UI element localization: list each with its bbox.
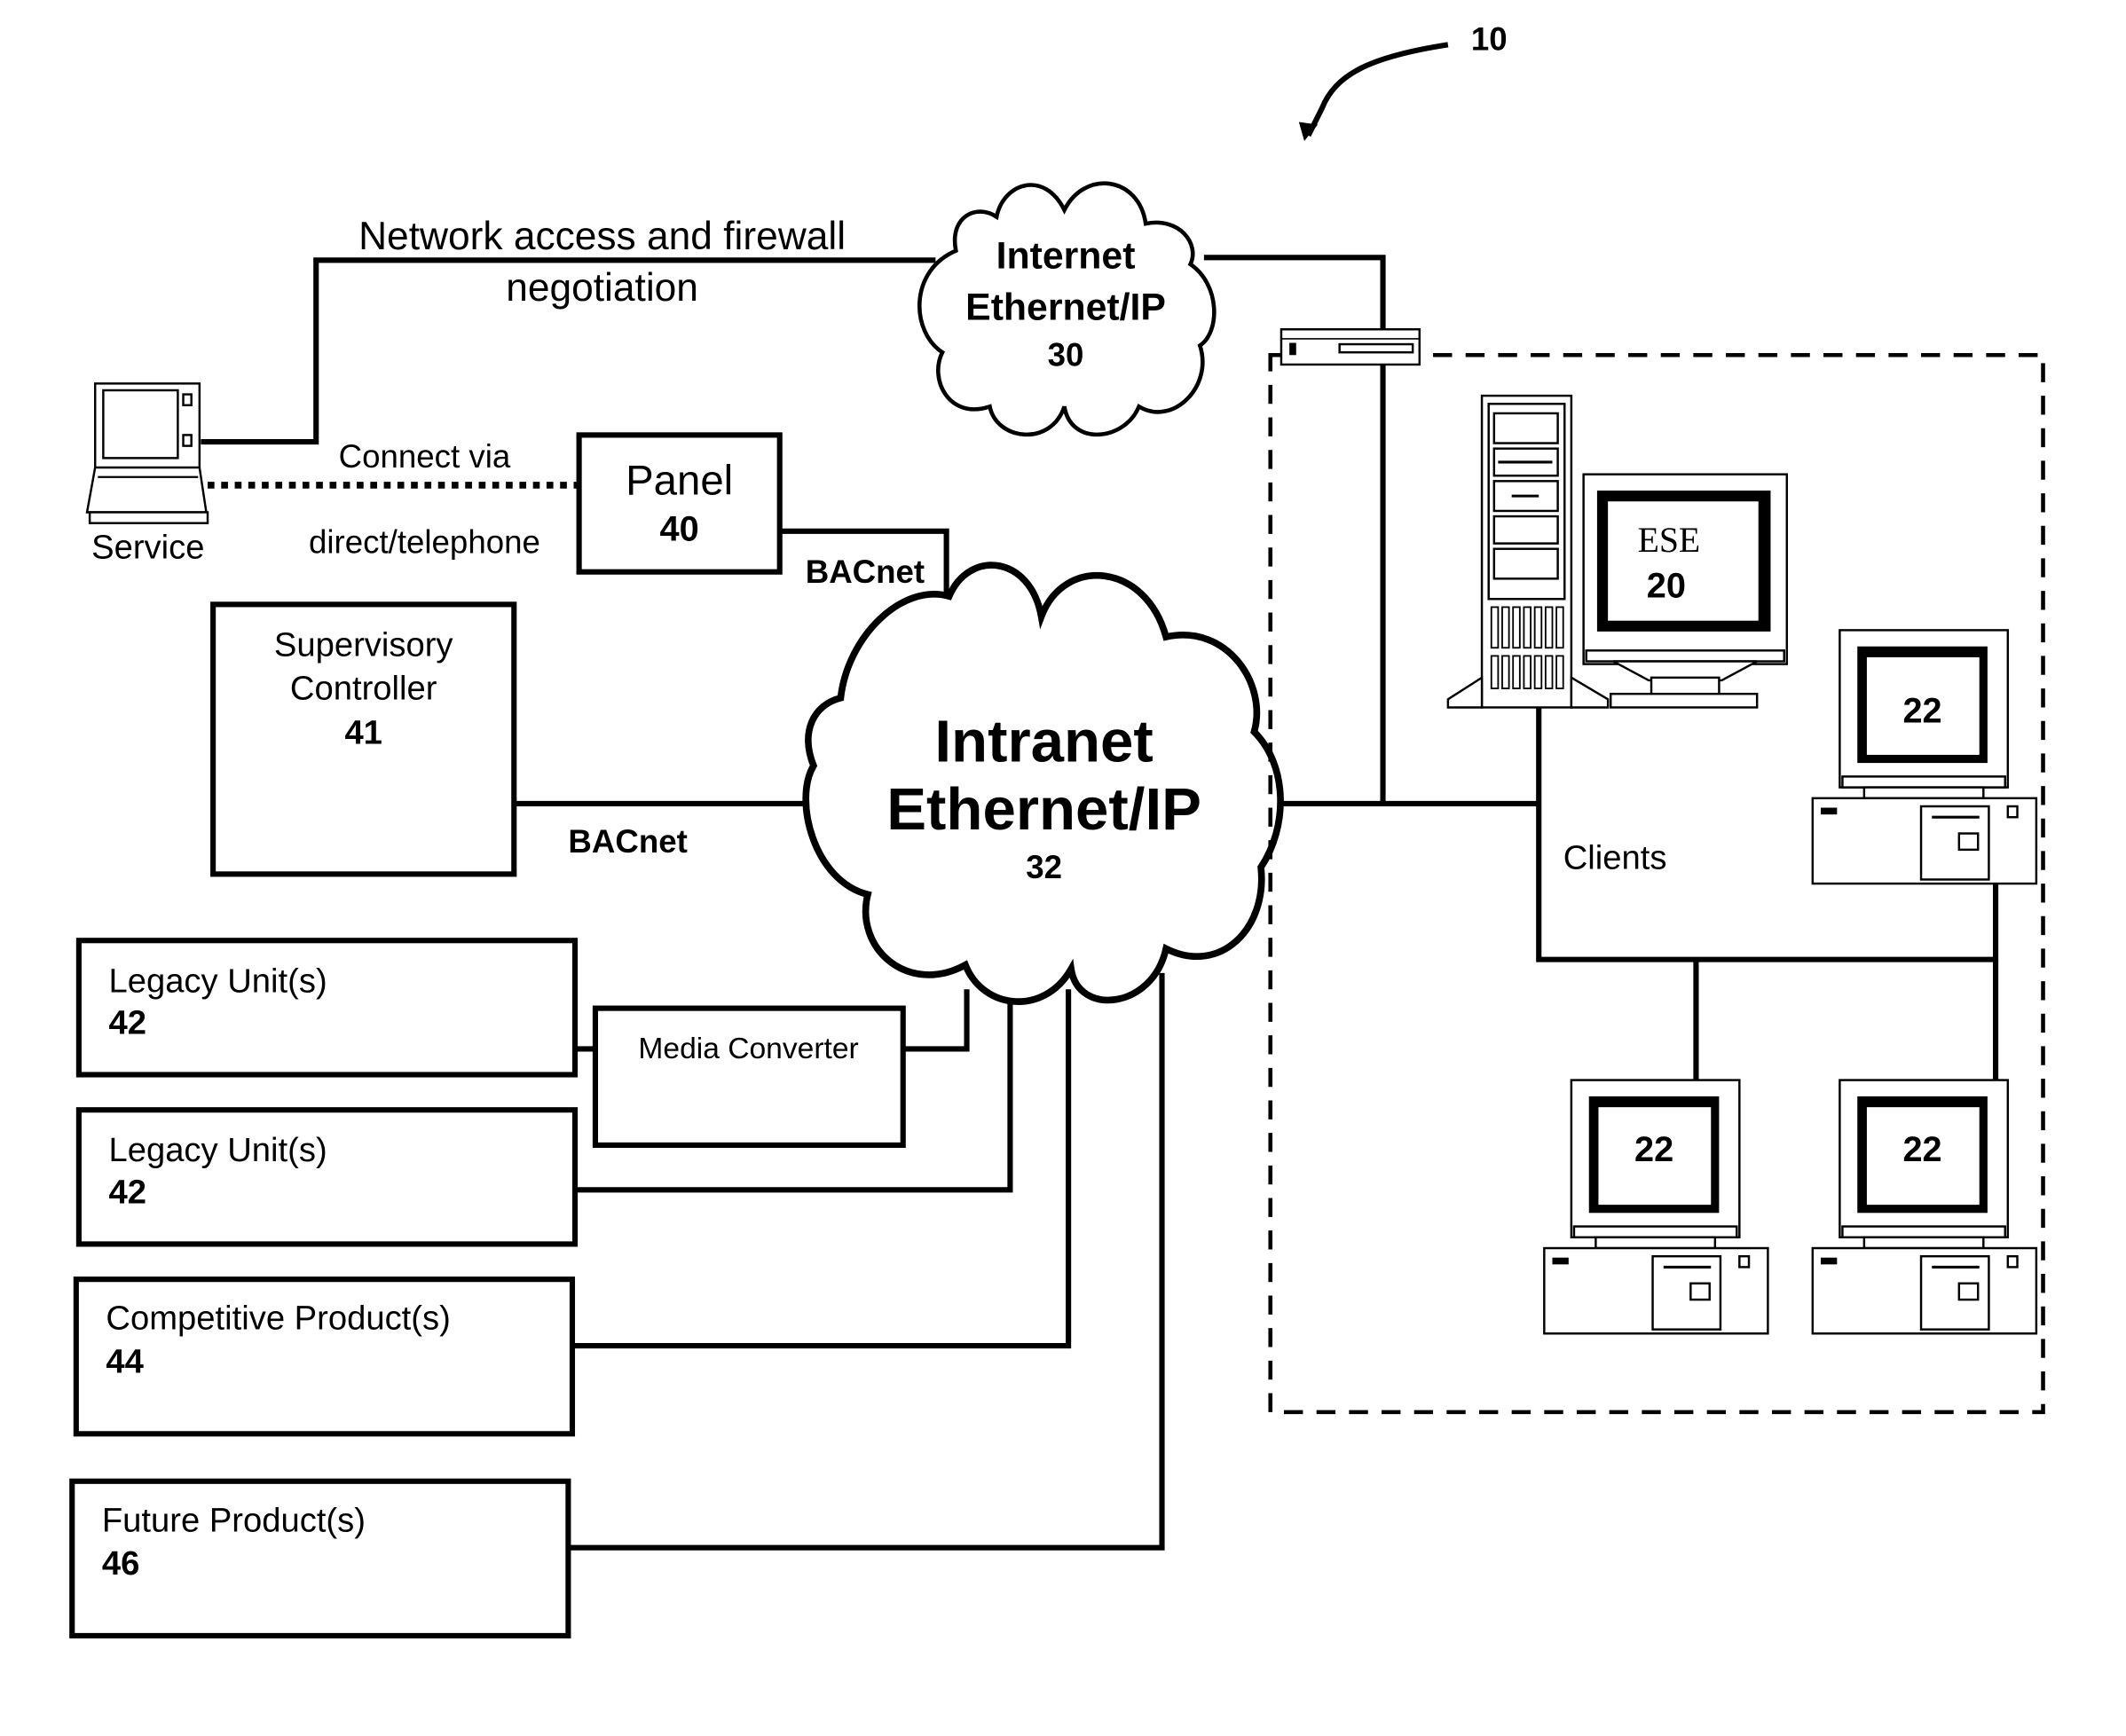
- supervisory-number: 41: [344, 714, 382, 752]
- competitive-product-box: Competitive Product(s) 44: [73, 1276, 576, 1437]
- desktop-computer-icon: [1543, 1079, 1769, 1335]
- client-computer: 22: [1811, 629, 2038, 885]
- client-number: 22: [1902, 691, 1941, 730]
- desktop-computer-icon: [1811, 1079, 2038, 1335]
- media-converter-label: Media Converter: [638, 1033, 858, 1065]
- client-computer: 22: [1543, 1079, 1769, 1335]
- connect-label: Connect via: [339, 438, 511, 475]
- laptop-icon: [85, 382, 209, 524]
- future-product-box: Future Product(s) 46: [69, 1478, 571, 1639]
- network-switch-icon: [1280, 328, 1421, 366]
- network-access-label: Network access and firewall: [358, 215, 846, 258]
- legacy-unit-label: Legacy Unit(s): [108, 1131, 327, 1169]
- client-computer: 22: [1811, 1079, 2038, 1335]
- future-product-number: 46: [102, 1544, 139, 1583]
- ese-number: 20: [1647, 567, 1686, 606]
- connect-label-2: direct/telephone: [309, 523, 540, 560]
- internet-protocol: Ethernet/IP: [965, 287, 1166, 329]
- panel-label: Panel: [626, 458, 733, 505]
- desktop-computer-icon: [1811, 629, 2038, 885]
- legacy-unit-box: Legacy Unit(s) 42: [75, 938, 579, 1078]
- media-converter-box: Media Converter: [592, 1005, 906, 1148]
- ese-label: ESE: [1638, 521, 1701, 560]
- network-diagram: 10 Internet Ethernet/IP 30 Intranet Ethe…: [69, 21, 2045, 1639]
- ese-monitor-icon: ESE 20: [1582, 473, 1789, 709]
- service-label: Service: [91, 528, 204, 566]
- reference-arrow: [1298, 42, 1449, 141]
- supervisory-controller-box: Supervisory Controller 41: [210, 601, 517, 877]
- intranet-cloud: Intranet Ethernet/IP 32: [802, 562, 1284, 1005]
- internet-label: Internet: [996, 234, 1136, 277]
- service-laptop: Service: [85, 382, 209, 566]
- client-number: 22: [1902, 1130, 1941, 1169]
- client-number: 22: [1634, 1130, 1673, 1169]
- future-product-label: Future Product(s): [102, 1501, 366, 1539]
- panel-box: Panel 40: [576, 432, 783, 575]
- supervisory-label: Supervisory: [274, 625, 454, 664]
- internet-cloud: Internet Ethernet/IP 30: [917, 181, 1217, 437]
- internet-number: 30: [1048, 336, 1084, 373]
- intranet-label: Intranet: [934, 709, 1153, 775]
- clients-label: Clients: [1563, 838, 1667, 876]
- legacy-unit-label: Legacy Unit(s): [108, 962, 327, 1000]
- intranet-number: 32: [1026, 849, 1062, 885]
- reference-number: 10: [1471, 21, 1508, 58]
- bacnet-supervisory-label: BACnet: [568, 823, 687, 860]
- competitive-product-number: 44: [106, 1343, 144, 1381]
- intranet-protocol: Ethernet/IP: [886, 776, 1201, 843]
- competitive-product-label: Competitive Product(s): [106, 1300, 450, 1338]
- network-access-label-2: negotiation: [506, 266, 698, 310]
- legacy-unit-number: 42: [108, 1004, 146, 1042]
- controller-label: Controller: [290, 669, 437, 707]
- legacy-unit-number: 42: [108, 1174, 146, 1212]
- bacnet-panel-label: BACnet: [806, 554, 925, 590]
- panel-number: 40: [660, 510, 699, 549]
- legacy-unit-box: Legacy Unit(s) 42: [75, 1107, 579, 1247]
